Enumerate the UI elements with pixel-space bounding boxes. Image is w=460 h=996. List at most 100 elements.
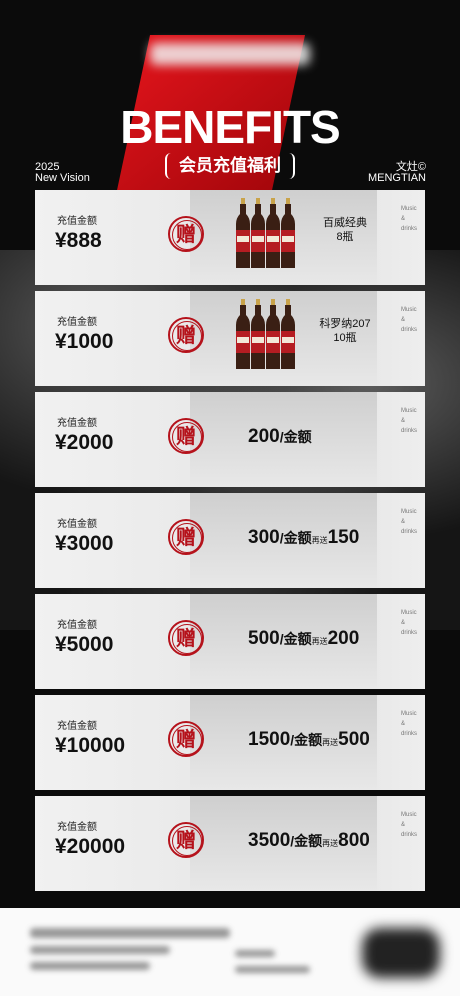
benefit-card: 充值金额 ¥888 赠 Music & drinks 百威经典 8瓶 — [35, 190, 425, 285]
side-tag-line: Music — [401, 206, 417, 212]
side-tag-line: drinks — [401, 529, 418, 535]
side-tag-line: Music — [401, 408, 417, 414]
credit-amount: 1500 — [248, 729, 291, 750]
footer-blur-line — [30, 928, 230, 938]
benefit-card: 充值金额 ¥3000 赠 Music & drinks 300/金额再送150 — [35, 493, 425, 588]
side-tag-line: & — [401, 216, 406, 222]
amount-value: ¥1000 — [55, 330, 114, 353]
reward-credit: 500/金额再送200 — [248, 628, 359, 650]
side-tag-line: Music — [401, 610, 417, 616]
side-tag-line: & — [401, 721, 406, 727]
gift-badge-ring — [172, 523, 202, 553]
page-title: BENEFITS — [120, 101, 340, 153]
vision-text: New Vision — [35, 172, 90, 184]
side-tag: Music & drinks — [401, 204, 417, 234]
gift-badge: 赠 — [168, 822, 204, 858]
side-tag-line: drinks — [401, 630, 418, 636]
gift-badge-ring — [172, 725, 202, 755]
amount-value: ¥10000 — [55, 734, 126, 757]
footer-blur-line — [235, 950, 275, 957]
side-tag: Music & drinks — [401, 507, 417, 537]
reward-name: 科罗纳207 10瓶 — [313, 317, 377, 345]
amount-label: 充值金额 — [57, 216, 97, 227]
extra-label: 再送 — [311, 637, 328, 646]
footer-blur-line — [30, 946, 170, 954]
side-tag-line: drinks — [401, 226, 418, 232]
gift-badge-ring — [172, 220, 202, 250]
reward-name: 百威经典 8瓶 — [313, 216, 377, 244]
footer-car-image — [362, 928, 440, 978]
footer-blur-line — [30, 962, 150, 970]
credit-unit: /金额 — [279, 631, 312, 647]
credit-amount: 300 — [248, 527, 280, 548]
beer-bottles-image — [235, 198, 297, 270]
extra-label: 再送 — [311, 536, 328, 545]
credit-amount: 500 — [248, 628, 280, 649]
brand-mark-en: MENGTIAN — [367, 172, 426, 184]
side-tag: Music & drinks — [401, 608, 417, 638]
gift-badge-ring — [172, 624, 202, 654]
side-tag: Music & drinks — [401, 810, 417, 840]
amount-label: 充值金额 — [57, 519, 97, 530]
side-tag-line: & — [401, 620, 406, 626]
benefit-card: 充值金额 ¥5000 赠 Music & drinks 500/金额再送200 — [35, 594, 425, 689]
gift-badge: 赠 — [168, 620, 204, 656]
reward-credit: 300/金额再送150 — [248, 527, 359, 549]
benefit-card: 充值金额 ¥20000 赠 Music & drinks 3500/金额再送800 — [35, 796, 425, 891]
amount-value: ¥20000 — [55, 835, 126, 858]
reward-quantity: 8瓶 — [336, 231, 354, 243]
amount-value: ¥3000 — [55, 532, 114, 555]
page-subtitle: 会员充值福利 — [165, 153, 295, 179]
credit-unit: /金额 — [290, 833, 323, 849]
side-tag: Music & drinks — [401, 406, 417, 436]
gift-badge: 赠 — [168, 317, 204, 353]
amount-value: ¥5000 — [55, 633, 114, 656]
reward-credit: 1500/金额再送500 — [248, 729, 370, 751]
credit-unit: /金额 — [279, 429, 312, 445]
extra-amount: 800 — [338, 830, 370, 851]
side-tag: Music & drinks — [401, 709, 417, 739]
gift-badge: 赠 — [168, 418, 204, 454]
side-tag-line: drinks — [401, 731, 418, 737]
beer-bottles-image — [235, 299, 297, 371]
side-tag-line: & — [401, 317, 406, 323]
footer-blur-line — [235, 966, 310, 973]
credit-unit: /金额 — [279, 530, 312, 546]
gift-badge: 赠 — [168, 721, 204, 757]
reward-credit: 3500/金额再送800 — [248, 830, 370, 852]
gift-badge: 赠 — [168, 519, 204, 555]
reward-product: 科罗纳207 — [319, 318, 371, 330]
side-tag-line: & — [401, 418, 406, 424]
side-tag-line: drinks — [401, 428, 418, 434]
reward-credit: 200/金额 — [248, 426, 312, 448]
credit-unit: /金额 — [290, 732, 323, 748]
brand-logo-blurred — [150, 43, 310, 65]
credit-amount: 3500 — [248, 830, 291, 851]
gift-badge-ring — [172, 826, 202, 856]
side-tag-line: drinks — [401, 832, 418, 838]
reward-product: 百威经典 — [323, 217, 367, 229]
amount-label: 充值金额 — [57, 317, 97, 328]
side-tag-line: Music — [401, 509, 417, 515]
gift-badge: 赠 — [168, 216, 204, 252]
side-tag: Music & drinks — [401, 305, 417, 335]
amount-value: ¥888 — [55, 229, 102, 252]
benefit-card: 充值金额 ¥1000 赠 Music & drinks 科罗纳207 10瓶 — [35, 291, 425, 386]
amount-value: ¥2000 — [55, 431, 114, 454]
extra-amount: 150 — [327, 527, 360, 548]
reward-quantity: 10瓶 — [333, 332, 357, 344]
amount-label: 充值金额 — [57, 721, 97, 732]
extra-amount: 200 — [327, 628, 360, 649]
gift-badge-ring — [172, 422, 202, 452]
amount-label: 充值金额 — [57, 418, 97, 429]
side-tag-line: & — [401, 822, 406, 828]
credit-amount: 200 — [248, 426, 280, 447]
side-tag-line: Music — [401, 307, 417, 313]
side-tag-line: & — [401, 519, 406, 525]
side-tag-line: drinks — [401, 327, 418, 333]
gift-badge-ring — [172, 321, 202, 351]
amount-label: 充值金额 — [57, 822, 97, 833]
benefit-card: 充值金额 ¥10000 赠 Music & drinks 1500/金额再送500 — [35, 695, 425, 790]
amount-label: 充值金额 — [57, 620, 97, 631]
extra-label: 再送 — [322, 738, 339, 747]
